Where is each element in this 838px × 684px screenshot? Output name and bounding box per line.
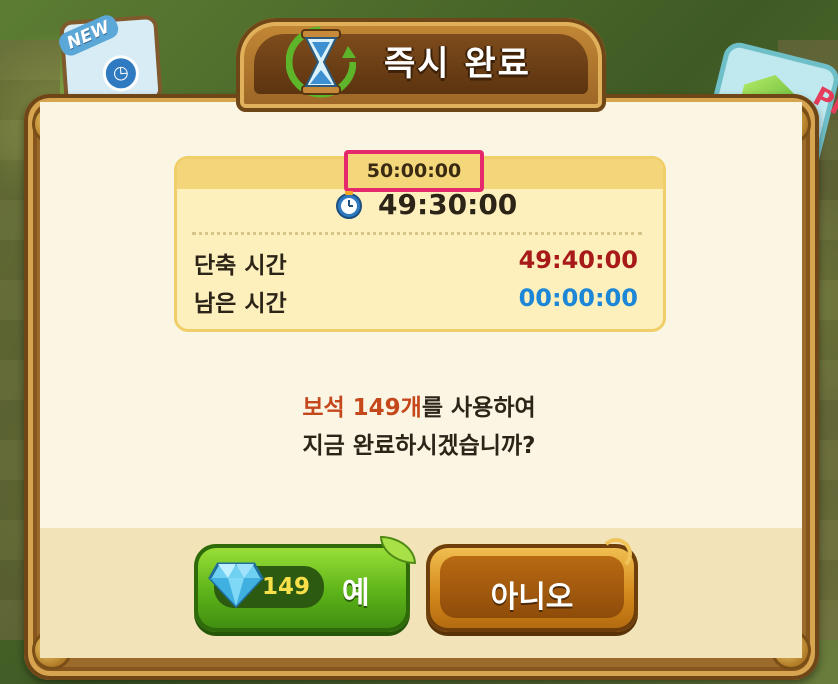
yes-button-label: 예 (342, 576, 370, 611)
confirm-message-line2: 지금 완료하시겠습니까? (302, 433, 536, 459)
original-time: 50:00:00 (344, 150, 484, 192)
dialog-button-area (40, 528, 802, 658)
no-button-inner: 아니오 (440, 556, 624, 618)
divider (192, 232, 642, 235)
remaining-time-value: 00:00:00 (518, 284, 638, 312)
curl-decoration (600, 538, 632, 570)
confirm-message-line1: 보석 149개를 사용하여 (0, 388, 838, 422)
clock-icon: ◷ (101, 54, 141, 93)
gem-cost-highlight: 보석 149개 (302, 395, 422, 421)
diamond-icon (208, 562, 264, 609)
current-time: 49:30:00 (378, 188, 518, 221)
clock-icon (336, 191, 362, 219)
confirm-message-line1-rest: 를 사용하여 (421, 395, 536, 421)
no-button-label: 아니오 (490, 580, 574, 615)
yes-button[interactable]: 149 예 (194, 536, 416, 632)
reduced-time-value: 49:40:00 (518, 246, 638, 274)
dialog-title: 즉시 완료 (384, 44, 531, 84)
hourglass-icon (286, 26, 356, 98)
gem-cost-count: 149 (262, 574, 311, 600)
remaining-time-label: 남은 시간 (194, 291, 287, 317)
reduced-time-label: 단축 시간 (194, 253, 287, 279)
no-button[interactable]: 아니오 (426, 538, 638, 632)
